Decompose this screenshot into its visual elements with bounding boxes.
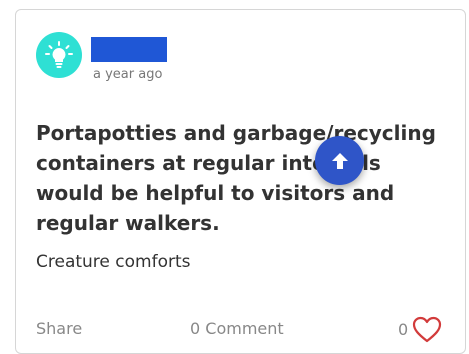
post-title[interactable]: Portapotties and garbage/recycling conta…: [36, 118, 441, 238]
lightbulb-icon: [45, 41, 73, 68]
author-avatar[interactable]: [36, 32, 82, 78]
scroll-to-top-button[interactable]: [315, 136, 364, 185]
author-name-redacted[interactable]: [91, 37, 167, 62]
post-timestamp: a year ago: [93, 67, 163, 82]
like-count: 0: [398, 319, 409, 339]
comment-button[interactable]: 0 Comment: [190, 319, 284, 339]
heart-outline-icon: [413, 316, 442, 342]
like-button[interactable]: 0: [398, 314, 442, 344]
share-button[interactable]: Share: [36, 319, 82, 339]
arrow-up-icon: [331, 152, 348, 169]
post-category[interactable]: Creature comforts: [36, 251, 191, 273]
post-card: a year ago Portapotties and garbage/recy…: [15, 9, 466, 354]
